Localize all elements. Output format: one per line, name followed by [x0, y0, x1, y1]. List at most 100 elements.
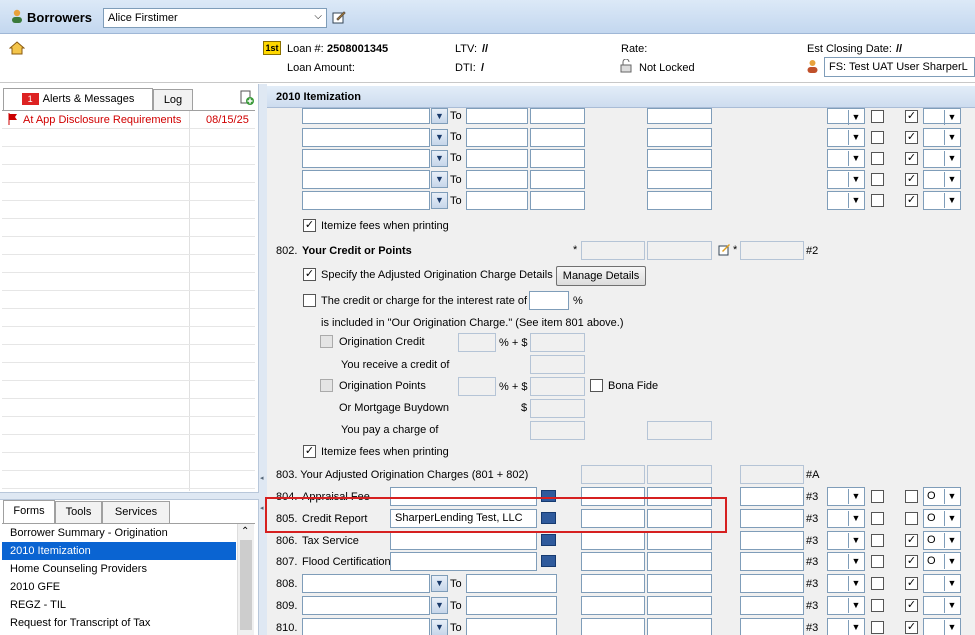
paid-by-select[interactable]: ▼ [827, 531, 865, 550]
home-icon[interactable] [8, 41, 26, 58]
book-icon[interactable] [541, 555, 556, 567]
adj-charge-input[interactable] [740, 465, 804, 484]
fee-dropdown[interactable]: ▼ [431, 171, 448, 188]
fee-checkbox[interactable] [871, 131, 884, 144]
tab-forms[interactable]: Forms [3, 500, 55, 523]
orig-points-amount[interactable] [530, 377, 585, 396]
fee-select[interactable]: O ▼ [923, 552, 961, 571]
adj-charge-input[interactable] [581, 465, 645, 484]
alert-row[interactable]: At App Disclosure Requirements 08/15/25 [2, 111, 255, 129]
fee-checkbox-checked[interactable]: ✓ [905, 110, 918, 123]
fee-checkbox[interactable] [871, 555, 884, 568]
fee-select[interactable]: O ▼ [923, 531, 961, 550]
paid-by-select[interactable]: ▼ [827, 552, 865, 571]
form-item-selected[interactable]: 2010 Itemization [2, 542, 236, 560]
form-item[interactable]: Request for Transcript of Tax [2, 614, 236, 632]
scroll-up-icon[interactable]: ⌃ [241, 526, 249, 537]
fee-checkbox[interactable] [905, 490, 918, 503]
payee-input[interactable] [390, 552, 537, 571]
bona-fide-checkbox[interactable] [590, 379, 603, 392]
tab-tools[interactable]: Tools [55, 501, 102, 523]
fee-checkbox-checked[interactable]: ✓ [905, 152, 918, 165]
fee-dropdown[interactable]: ▼ [431, 192, 448, 209]
fee-checkbox-checked[interactable]: ✓ [905, 194, 918, 207]
amount-input[interactable] [647, 552, 712, 571]
fee-checkbox-checked[interactable]: ✓ [905, 577, 918, 590]
paid-by-select[interactable]: ▼ [827, 596, 865, 615]
to-input[interactable] [466, 191, 528, 210]
fee-checkbox-checked[interactable]: ✓ [905, 173, 918, 186]
pay-charge-input-2[interactable] [647, 421, 712, 440]
orig-credit-amount[interactable] [530, 333, 585, 352]
to-input[interactable] [466, 618, 557, 635]
fee-dropdown[interactable]: ▼ [431, 108, 448, 124]
amount-input[interactable] [581, 596, 645, 615]
forms-scrollbar[interactable]: ⌃ [237, 524, 254, 635]
credit-amount-input[interactable] [740, 241, 804, 260]
amount-input[interactable] [581, 552, 645, 571]
amount-input[interactable] [647, 531, 712, 550]
fee-select[interactable]: O ▼ [923, 509, 961, 528]
fee-dropdown[interactable]: ▼ [431, 619, 448, 635]
fee-select[interactable]: ▼ [923, 191, 961, 210]
receive-credit-input[interactable] [530, 355, 585, 374]
add-document-icon[interactable] [240, 90, 254, 108]
amount-input[interactable] [647, 596, 712, 615]
to-input[interactable] [466, 574, 557, 593]
edit-icon[interactable] [332, 10, 346, 27]
amount-input[interactable] [581, 574, 645, 593]
fee-checkbox[interactable] [871, 490, 884, 503]
credit-rate-input[interactable] [529, 291, 569, 310]
fee-checkbox[interactable] [871, 577, 884, 590]
fee-desc-input[interactable] [302, 191, 430, 210]
credit-amount-input[interactable] [647, 241, 712, 260]
fee-desc-input[interactable] [302, 596, 430, 615]
form-item[interactable]: REGZ - TIL [2, 596, 236, 614]
paid-by-select[interactable]: ▼ [827, 574, 865, 593]
fee-checkbox[interactable] [871, 512, 884, 525]
paid-by-select[interactable]: ▼ [827, 170, 865, 189]
amount-input[interactable] [647, 128, 712, 147]
amount-input[interactable] [647, 149, 712, 168]
orig-points-pct[interactable] [458, 377, 496, 396]
fee-desc-input[interactable] [302, 170, 430, 189]
fee-checkbox[interactable] [871, 110, 884, 123]
fee-desc-input[interactable] [302, 618, 430, 635]
fee-desc-input[interactable] [302, 108, 430, 124]
paid-by-select[interactable]: ▼ [827, 618, 865, 635]
form-item[interactable]: Home Counseling Providers [2, 560, 236, 578]
amount-input[interactable] [530, 149, 585, 168]
fee-dropdown[interactable]: ▼ [431, 597, 448, 614]
form-item[interactable]: 2010 GFE [2, 578, 236, 596]
form-item[interactable]: Borrower Summary - Origination [2, 524, 236, 542]
fee-dropdown[interactable]: ▼ [431, 150, 448, 167]
fee-dropdown[interactable]: ▼ [431, 129, 448, 146]
amount-input[interactable] [740, 596, 804, 615]
to-input[interactable] [466, 128, 528, 147]
tab-alerts[interactable]: 1 Alerts & Messages [3, 88, 153, 111]
fee-checkbox[interactable] [871, 599, 884, 612]
fee-select[interactable]: ▼ [923, 149, 961, 168]
fee-checkbox-checked[interactable]: ✓ [905, 599, 918, 612]
fee-select[interactable]: O ▼ [923, 487, 961, 506]
fee-desc-input[interactable] [302, 149, 430, 168]
borrower-select[interactable]: Alice Firstimer ⌵ [103, 8, 327, 28]
fee-select[interactable]: ▼ [923, 170, 961, 189]
credit-amount-input[interactable] [581, 241, 645, 260]
paid-by-select[interactable]: ▼ [827, 128, 865, 147]
book-icon[interactable] [541, 534, 556, 546]
fee-checkbox-checked[interactable]: ✓ [905, 621, 918, 634]
amount-input[interactable] [740, 531, 804, 550]
amount-input[interactable] [530, 108, 585, 124]
paid-by-select[interactable]: ▼ [827, 509, 865, 528]
adj-charge-input[interactable] [647, 465, 712, 484]
amount-input[interactable] [647, 108, 712, 124]
amount-input[interactable] [530, 191, 585, 210]
orig-credit-pct[interactable] [458, 333, 496, 352]
paid-by-select[interactable]: ▼ [827, 191, 865, 210]
tab-log[interactable]: Log [153, 89, 193, 111]
fee-checkbox-checked[interactable]: ✓ [905, 534, 918, 547]
pay-charge-input[interactable] [530, 421, 585, 440]
fee-checkbox[interactable] [871, 173, 884, 186]
itemize-checkbox-802[interactable]: ✓ [303, 445, 316, 458]
